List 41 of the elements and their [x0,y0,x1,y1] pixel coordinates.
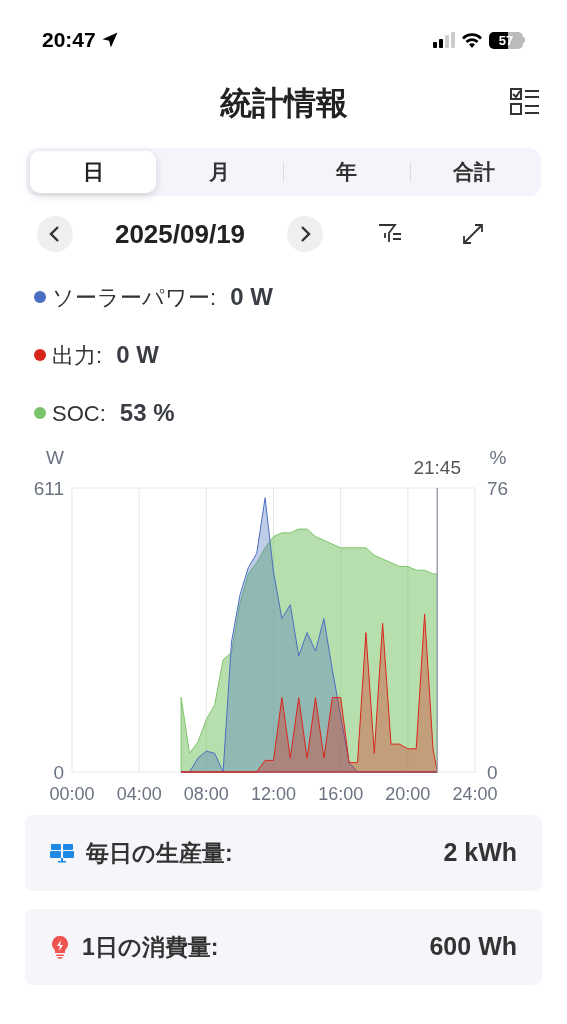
left-axis-label: 611 [33,478,64,499]
selected-date: 2025/09/19 [113,217,247,251]
solar-panel-icon [50,843,74,863]
chevron-right-icon [298,225,312,243]
period-tab[interactable]: 合計 [410,151,537,193]
x-axis-label: 20:00 [385,784,431,804]
signal-icon [433,32,455,48]
legend-label: SOC: [52,399,106,428]
period-tab[interactable]: 月 [156,151,283,193]
next-day-button[interactable] [287,216,323,252]
previous-day-button[interactable] [37,216,73,252]
right-axis-label: 0 [487,762,498,783]
legend-label: 出力: [52,341,103,370]
page-title: 統計情報 [219,84,348,123]
status-time: 20:47 [42,27,96,54]
summary-label: 1日の消費量: [82,932,219,962]
left-axis-label: 0 [53,762,64,783]
summary-value: 600 Wh [429,931,517,963]
right-axis-unit: % [489,447,507,468]
x-axis-label: 08:00 [183,784,229,804]
cursor-time: 21:45 [413,457,461,478]
period-tab[interactable]: 日 [30,151,157,193]
expand-icon[interactable] [461,222,485,246]
x-axis-label: 12:00 [251,784,296,804]
x-axis-label: 00:00 [49,784,95,804]
summary-value: 2 kWh [443,837,517,869]
legend-value: 53 % [119,398,175,428]
x-axis-label: 04:00 [116,784,162,804]
right-axis-label: 76 [487,478,509,499]
legend-value: 0 W [230,282,273,312]
period-tab[interactable]: 年 [283,151,410,193]
lightbulb-icon [50,935,70,959]
legend-label: ソーラーパワー: [52,283,217,312]
x-axis-label: 16:00 [318,784,364,804]
chevron-left-icon [48,225,62,243]
left-axis-unit: W [46,447,64,468]
x-axis-label: 24:00 [452,784,498,804]
wifi-icon [461,32,483,48]
legend-value: 0 W [116,340,159,370]
checklist-icon[interactable] [509,86,541,118]
summary-label: 毎日の生産量: [86,838,233,868]
